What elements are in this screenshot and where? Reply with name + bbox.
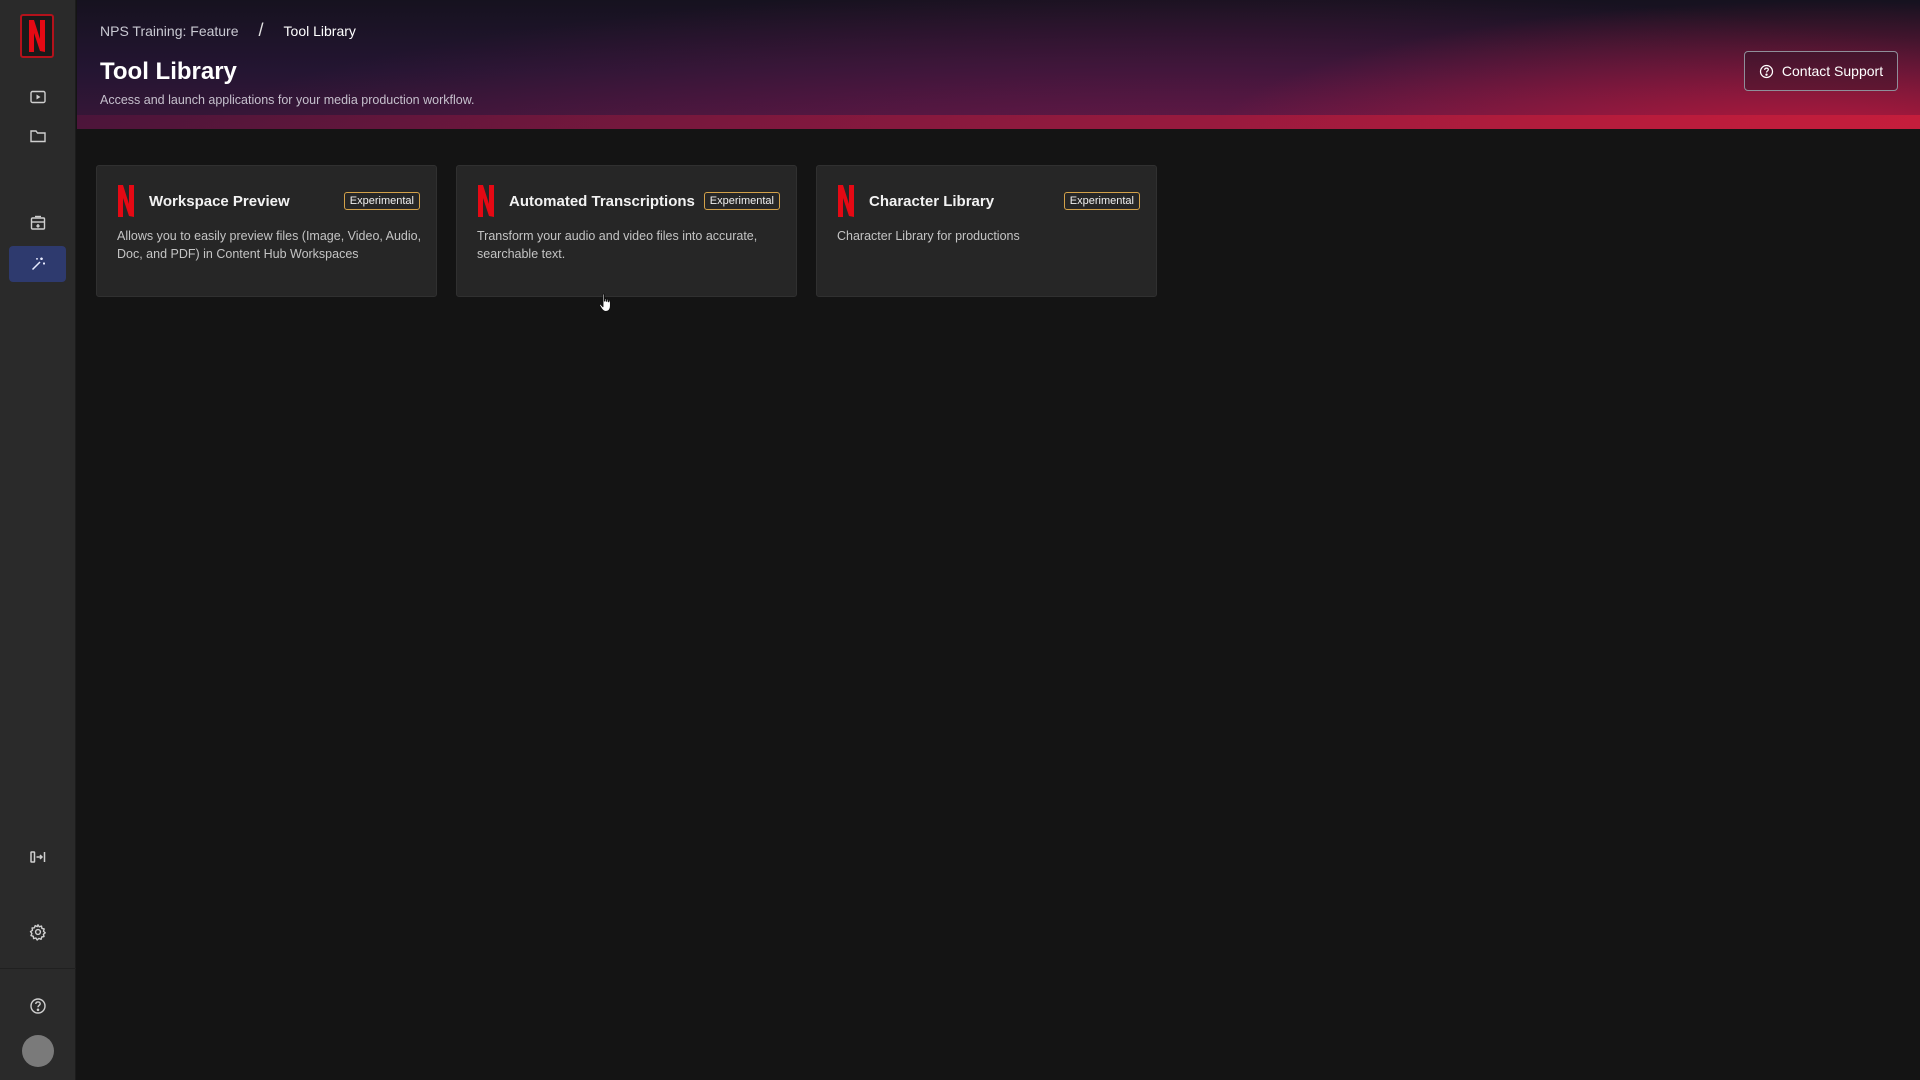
folder-icon	[29, 130, 46, 143]
page-header: NPS Training: Feature / Tool Library Too…	[77, 0, 1920, 129]
sidebar-divider	[0, 968, 76, 969]
magic-wand-icon	[31, 257, 45, 271]
sidebar-item-tool-library[interactable]	[9, 246, 66, 282]
settings-button[interactable]	[9, 914, 66, 950]
netflix-n-icon	[838, 185, 854, 217]
breadcrumb-parent-link[interactable]: NPS Training: Feature	[100, 23, 239, 39]
experimental-badge: Experimental	[343, 192, 420, 210]
contact-support-label: Contact Support	[1781, 63, 1884, 79]
tool-card-description: Transform your audio and video files int…	[477, 229, 758, 261]
experimental-badge: Experimental	[1063, 192, 1140, 210]
help-button[interactable]	[9, 988, 66, 1024]
sidebar-item-deliveries[interactable]	[9, 205, 66, 241]
tool-card-title: Automated Transcriptions	[509, 193, 695, 210]
netflix-n-icon	[478, 185, 494, 217]
help-icon	[1759, 64, 1774, 78]
play-icon	[29, 90, 46, 104]
expand-sidebar-button[interactable]	[9, 839, 66, 875]
page-subtitle: Access and launch applications for your …	[100, 93, 475, 107]
sidebar	[0, 0, 76, 1080]
breadcrumb-separator: /	[258, 20, 264, 40]
contact-support-button[interactable]: Contact Support	[1744, 51, 1898, 91]
tool-card-title: Workspace Preview	[149, 193, 290, 210]
hand-pointer-cursor-icon	[599, 293, 611, 312]
sidebar-item-folders[interactable]	[9, 118, 66, 154]
tool-card-automated-transcriptions[interactable]: Automated Transcriptions Experimental Tr…	[456, 165, 797, 297]
user-avatar[interactable]	[22, 1035, 54, 1067]
page-title: Tool Library	[100, 58, 237, 85]
netflix-logo-icon[interactable]	[20, 14, 54, 58]
tool-card-title: Character Library	[869, 193, 995, 210]
tool-card-character-library[interactable]: Character Library Experimental Character…	[816, 165, 1157, 297]
netflix-n-icon	[118, 185, 134, 217]
tool-card-description: Character Library for productions	[837, 229, 1020, 243]
experimental-badge: Experimental	[703, 192, 780, 210]
help-icon	[29, 998, 46, 1014]
breadcrumb: NPS Training: Feature / Tool Library	[100, 20, 356, 41]
expand-icon	[29, 851, 45, 863]
inbox-icon	[30, 215, 45, 230]
tool-card-workspace-preview[interactable]: Workspace Preview Experimental Allows yo…	[96, 165, 437, 297]
app-root: NPS Training: Feature / Tool Library Too…	[0, 0, 1920, 1080]
gear-icon	[29, 924, 46, 941]
tool-card-description: Allows you to easily preview files (Imag…	[117, 229, 422, 261]
sidebar-item-video-library[interactable]	[9, 79, 66, 115]
breadcrumb-current: Tool Library	[283, 22, 356, 39]
